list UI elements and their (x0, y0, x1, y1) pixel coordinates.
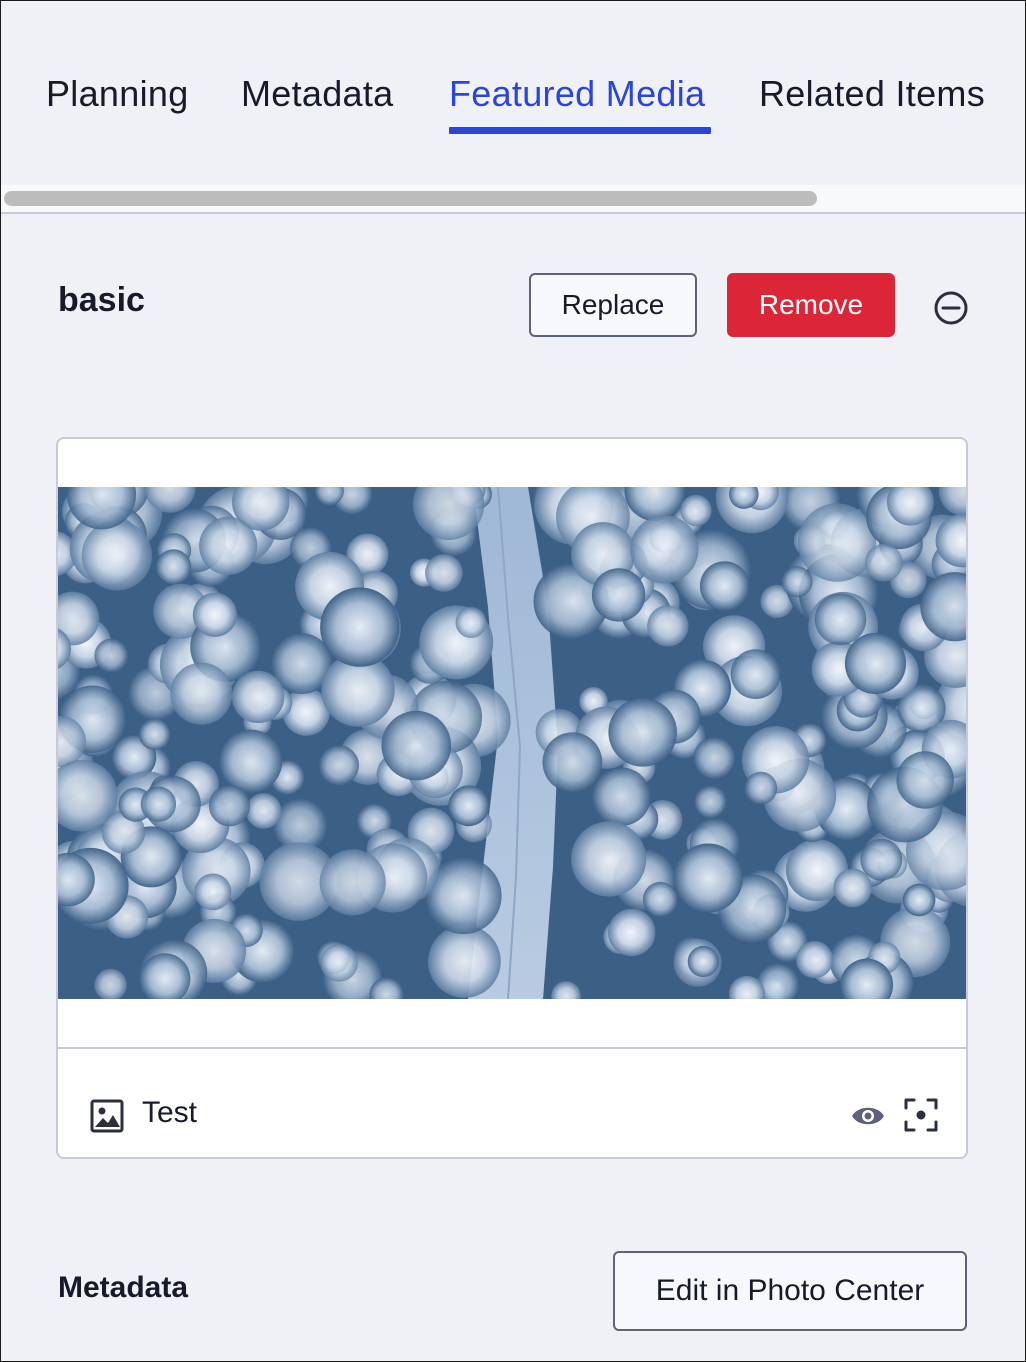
media-card-footer: Test (58, 1049, 966, 1157)
metadata-section-title: Metadata (58, 1271, 189, 1304)
image-icon (90, 1099, 124, 1133)
featured-image[interactable] (58, 487, 968, 999)
scrollbar-thumb[interactable] (4, 191, 817, 206)
minus-circle-icon[interactable] (933, 290, 969, 326)
featured-media-panel: Planning Metadata Featured Media Related… (0, 0, 1026, 1362)
tab-bar: Planning Metadata Featured Media Related… (1, 1, 1025, 185)
tab-related-items[interactable]: Related Items (759, 69, 985, 119)
active-tab-indicator (449, 127, 711, 134)
replace-button[interactable]: Replace (529, 273, 697, 337)
media-caption: Test (142, 1096, 198, 1129)
tab-planning[interactable]: Planning (46, 69, 189, 119)
tab-featured-media[interactable]: Featured Media (449, 69, 705, 119)
tab-scrollbar[interactable] (1, 185, 1025, 214)
section-title: basic (58, 281, 145, 319)
focal-point-icon[interactable] (903, 1097, 939, 1133)
edit-in-photo-center-button[interactable]: Edit in Photo Center (613, 1251, 967, 1331)
remove-button[interactable]: Remove (727, 273, 895, 337)
media-card: Test (56, 437, 968, 1159)
tab-metadata[interactable]: Metadata (241, 69, 394, 119)
eye-icon[interactable] (850, 1102, 886, 1130)
